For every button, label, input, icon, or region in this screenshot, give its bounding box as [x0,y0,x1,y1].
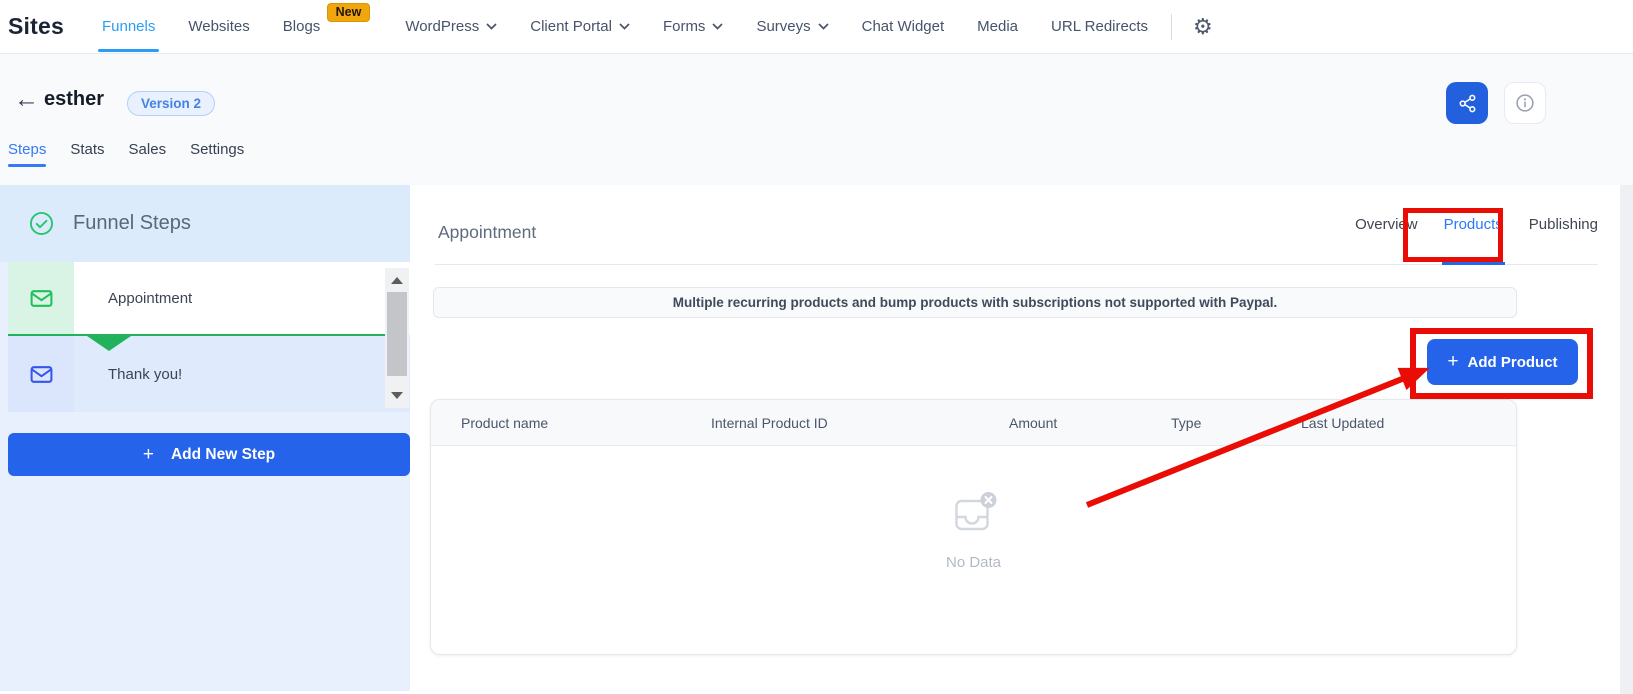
tab-stats[interactable]: Stats [70,134,104,164]
chevron-down-icon [712,23,723,30]
chevron-down-icon [619,23,630,30]
gear-icon[interactable]: ⚙ [1193,16,1213,38]
nav-label: Blogs [283,18,321,35]
scrollbar-up-arrow[interactable] [391,277,403,284]
scrollbar-thumb[interactable] [387,292,407,376]
step-item-appointment[interactable]: Appointment [8,262,410,334]
sidebar-title: Funnel Steps [73,212,191,235]
step-detail-tabs: Overview Products Publishing [1355,185,1598,264]
active-step-divider [8,334,386,336]
add-product-label: Add Product [1468,354,1558,371]
nav-divider [1171,14,1172,40]
products-table: Product name Internal Product ID Amount … [430,399,1517,655]
steps-scrollbar[interactable] [385,268,409,408]
chevron-down-icon [818,23,829,30]
nav-item-websites[interactable]: Websites [188,0,249,54]
nav-item-media[interactable]: Media [977,0,1018,54]
funnel-steps-sidebar: Funnel Steps Appointment Thank you! [0,185,410,691]
nav-label: Client Portal [530,18,612,35]
no-data-icon [950,488,998,536]
page-scrollbar-track[interactable] [1620,185,1633,694]
column-internal-product-id: Internal Product ID [711,400,828,446]
plus-icon: + [143,444,154,466]
step-type-strip [8,336,74,412]
add-new-step-label: Add New Step [171,446,275,464]
step-detail-panel: Appointment Overview Products Publishing… [410,185,1633,694]
funnel-steps-header: Funnel Steps [0,185,410,262]
nav-item-blogs[interactable]: Blogs New [283,0,321,54]
share-button[interactable] [1446,82,1488,124]
page-header: ← esther Version 2 Steps Stats Sales Set… [0,54,1633,185]
scrollbar-down-arrow[interactable] [391,392,403,399]
version-badge: Version 2 [127,91,215,116]
tab-settings[interactable]: Settings [190,134,244,164]
nav-label: Media [977,18,1018,35]
tab-products[interactable]: Products [1444,185,1503,264]
nav-item-funnels[interactable]: Funnels [102,0,155,54]
new-badge: New [327,3,371,22]
nav-item-surveys[interactable]: Surveys [756,0,828,54]
share-icon [1457,93,1478,114]
chevron-down-icon [486,23,497,30]
step-label: Appointment [74,262,410,334]
nav-label: Funnels [102,18,155,35]
empty-state: No Data [946,488,1001,571]
nav-item-chat-widget[interactable]: Chat Widget [862,0,945,54]
info-button[interactable] [1504,82,1546,124]
plus-icon: + [1447,351,1458,373]
brand-sites: Sites [8,13,64,40]
nav-label: Chat Widget [862,18,945,35]
envelope-icon [28,361,55,388]
nav-item-forms[interactable]: Forms [663,0,724,54]
column-type: Type [1171,400,1201,446]
tab-steps[interactable]: Steps [8,134,46,164]
nav-item-client-portal[interactable]: Client Portal [530,0,630,54]
column-amount: Amount [1009,400,1057,446]
nav-label: WordPress [405,18,479,35]
info-icon [1514,92,1536,114]
column-last-updated: Last Updated [1301,400,1384,446]
nav-label: Websites [188,18,249,35]
paypal-notice-banner: Multiple recurring products and bump pro… [433,287,1517,318]
step-detail-header: Appointment Overview Products Publishing [435,185,1598,265]
no-data-label: No Data [946,554,1001,571]
active-step-pointer [87,336,131,351]
tab-sales[interactable]: Sales [129,134,167,164]
add-product-button[interactable]: + Add Product [1427,339,1578,385]
check-circle-icon [28,210,55,237]
nav-label: URL Redirects [1051,18,1148,35]
nav-item-wordpress[interactable]: WordPress [405,0,497,54]
top-navigation: Sites Funnels Websites Blogs New WordPre… [0,0,1633,54]
step-type-strip [8,262,74,334]
nav-label: Surveys [756,18,810,35]
nav-label: Forms [663,18,706,35]
back-arrow-icon[interactable]: ← [14,87,39,112]
step-title: Appointment [438,222,536,243]
envelope-icon [28,285,55,312]
nav-item-url-redirects[interactable]: URL Redirects [1051,0,1148,54]
tab-overview[interactable]: Overview [1355,185,1418,264]
funnel-tabs: Steps Stats Sales Settings [8,134,244,164]
tab-publishing[interactable]: Publishing [1529,185,1598,264]
page-title: esther [44,88,104,111]
add-new-step-button[interactable]: + Add New Step [8,433,410,476]
step-item-thank-you[interactable]: Thank you! [8,336,410,412]
app-screen: Sites Funnels Websites Blogs New WordPre… [0,0,1633,694]
products-table-header: Product name Internal Product ID Amount … [431,400,1516,446]
column-product-name: Product name [461,400,548,446]
